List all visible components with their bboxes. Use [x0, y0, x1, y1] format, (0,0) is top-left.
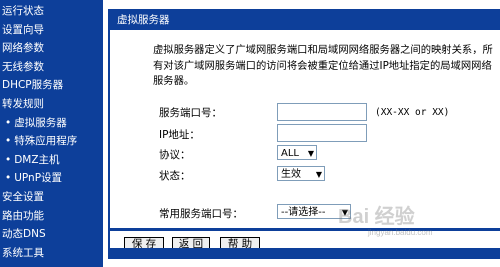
sidebar-item-security[interactable]: 安全设置 — [0, 188, 103, 207]
sidebar-nav: 运行状态 设置向导 网络参数 无线参数 DHCP服务器 转发规则 虚拟服务器 特… — [0, 0, 103, 267]
sidebar-item-system-tools[interactable]: 系统工具 — [0, 244, 103, 263]
sidebar-item-setup-wizard[interactable]: 设置向导 — [0, 21, 103, 40]
status-select[interactable]: 生效 ▼ — [277, 166, 325, 181]
ip-label: IP地址： — [159, 129, 200, 141]
panel-title: 虚拟服务器 — [110, 11, 500, 30]
virtual-server-panel: 虚拟服务器 虚拟服务器定义了广域网服务端口和局域网网络服务器之间的映射关系，所有… — [108, 9, 500, 259]
watermark-url: jingyan.baidu.com — [368, 228, 433, 237]
sidebar-item-ddns[interactable]: 动态DNS — [0, 225, 103, 244]
service-port-input[interactable] — [277, 103, 367, 121]
sidebar-item-running-status[interactable]: 运行状态 — [0, 2, 103, 21]
sidebar-item-wireless-params[interactable]: 无线参数 — [0, 58, 103, 77]
common-port-label: 常用服务端口号： — [159, 208, 243, 220]
watermark: Bai 经验 — [338, 206, 415, 228]
main-content: 虚拟服务器 虚拟服务器定义了广域网服务端口和局域网网络服务器之间的映射关系，所有… — [104, 0, 500, 267]
chevron-down-icon: ▼ — [307, 149, 314, 158]
sidebar-item-network-params[interactable]: 网络参数 — [0, 39, 103, 58]
sidebar-item-virtual-server[interactable]: 虚拟服务器 — [0, 114, 103, 133]
panel-description: 虚拟服务器定义了广域网服务端口和局域网网络服务器之间的映射关系，所有对该广域网服… — [153, 44, 493, 87]
protocol-label: 协议： — [159, 149, 191, 161]
protocol-select[interactable]: ALL ▼ — [277, 145, 317, 160]
sidebar-item-routing[interactable]: 路由功能 — [0, 207, 103, 226]
status-label: 状态： — [159, 170, 191, 182]
divider — [110, 228, 500, 231]
footer-bar — [108, 248, 500, 259]
sidebar-item-label: 特殊应用程序 — [14, 135, 78, 148]
ip-address-input[interactable] — [277, 124, 367, 142]
sidebar-item-label: 虚拟服务器 — [14, 116, 67, 129]
port-label: 服务端口号： — [159, 107, 222, 119]
common-port-value: --请选择-- — [281, 207, 326, 218]
sidebar-item-dmz-host[interactable]: DMZ主机 — [0, 151, 103, 170]
sidebar-item-forwarding-rules[interactable]: 转发规则 — [0, 95, 103, 114]
sidebar-item-upnp[interactable]: UPnP设置 — [0, 169, 103, 188]
sidebar-item-special-apps[interactable]: 特殊应用程序 — [0, 132, 103, 151]
sidebar-item-label: DMZ主机 — [14, 153, 60, 166]
status-value: 生效 — [281, 169, 301, 180]
sidebar-item-label: UPnP设置 — [14, 172, 63, 185]
chevron-down-icon: ▼ — [315, 170, 322, 179]
protocol-value: ALL — [281, 148, 299, 159]
port-hint: (XX-XX or XX) — [375, 107, 450, 118]
sidebar-item-dhcp-server[interactable]: DHCP服务器 — [0, 76, 103, 95]
